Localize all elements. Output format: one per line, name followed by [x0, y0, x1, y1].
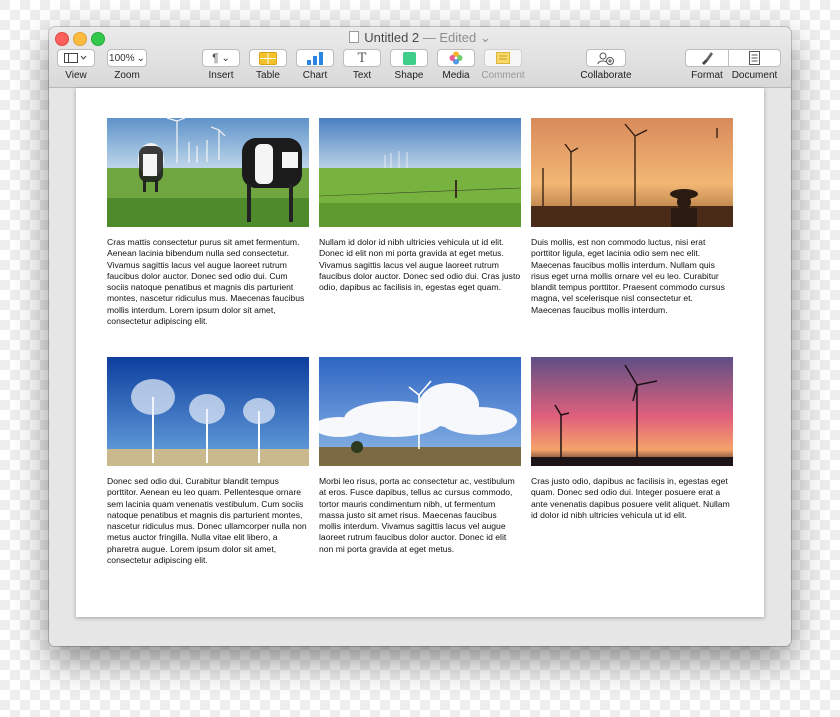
collaborate-button[interactable] [586, 49, 626, 67]
sidebar-icon [64, 53, 87, 63]
photos-flower-icon [449, 51, 463, 65]
cell-text[interactable]: Cras mattis consectetur purus sit amet f… [107, 237, 309, 327]
view-label: View [65, 70, 87, 81]
edited-status: — Edited [422, 30, 477, 45]
text-label: Text [352, 70, 372, 81]
chevron-down-icon: ⌄ [479, 30, 491, 45]
content-cell[interactable]: Cras justo odio, dapibus ac facilisis in… [531, 357, 733, 521]
chart-label: Chart [302, 70, 328, 81]
text-button[interactable]: T [343, 49, 381, 67]
content-cell[interactable]: Donec sed odio dui. Curabitur blandit te… [107, 357, 309, 566]
document-label: Document [731, 70, 778, 81]
document-button[interactable] [728, 49, 781, 67]
content-cell[interactable]: Duis mollis, est non commodo luctus, nis… [531, 118, 733, 316]
insert-button[interactable]: ¶ ⌄ [202, 49, 240, 67]
window-title[interactable]: Untitled 2 — Edited ⌄ [49, 30, 791, 46]
format-label: Format [691, 70, 723, 81]
cell-text[interactable]: Morbi leo risus, porta ac consectetur ac… [319, 476, 521, 555]
chevron-down-icon: ⌄ [136, 52, 145, 64]
chevron-down-icon: ⌄ [221, 52, 230, 64]
document-title-icon [349, 31, 360, 43]
pages-window: Untitled 2 — Edited ⌄ View 100% ⌄ Zoom ¶ ⌄… [49, 27, 791, 646]
bar-chart-icon [307, 51, 323, 65]
comment-label: Comment [481, 70, 525, 81]
pink-sunset-turbines-photo[interactable] [531, 357, 733, 466]
comment-note-icon [496, 52, 510, 64]
sunset-turbines-farmer-photo[interactable] [531, 118, 733, 227]
view-button[interactable] [57, 49, 95, 67]
content-cell[interactable]: Nullam id dolor id nibh ultricies vehicu… [319, 118, 521, 293]
pilcrow-icon: ¶ [212, 51, 219, 65]
person-add-icon [597, 52, 614, 65]
content-cell[interactable]: Cras mattis consectetur purus sit amet f… [107, 118, 309, 327]
cell-text[interactable]: Nullam id dolor id nibh ultricies vehicu… [319, 237, 521, 293]
turbine-clouds-photo[interactable] [319, 357, 521, 466]
square-shape-icon [402, 51, 416, 65]
content-cell[interactable]: Morbi leo risus, porta ac consectetur ac… [319, 357, 521, 555]
cell-text[interactable]: Donec sed odio dui. Curabitur blandit te… [107, 476, 309, 566]
insert-label: Insert [208, 70, 234, 81]
toolbar: Untitled 2 — Edited ⌄ View 100% ⌄ Zoom ¶ ⌄… [49, 27, 791, 88]
format-button[interactable] [685, 49, 729, 67]
comment-button[interactable] [484, 49, 522, 67]
shape-label: Shape [394, 70, 424, 81]
text-t-icon: T [357, 50, 367, 66]
document-name: Untitled 2 [364, 30, 420, 45]
document-page[interactable]: Cras mattis consectetur purus sit amet f… [76, 88, 764, 617]
paintbrush-icon [702, 52, 713, 65]
cell-text[interactable]: Cras justo odio, dapibus ac facilisis in… [531, 476, 733, 521]
shape-button[interactable] [390, 49, 428, 67]
table-button[interactable] [249, 49, 287, 67]
table-label: Table [256, 70, 280, 81]
spinning-turbines-blue-sky-photo[interactable] [107, 357, 309, 466]
table-icon [259, 51, 277, 65]
media-label: Media [442, 70, 470, 81]
cows-grazing-near-wind-turbines-photo[interactable] [107, 118, 309, 227]
collaborate-label: Collaborate [580, 70, 632, 81]
chart-button[interactable] [296, 49, 334, 67]
media-button[interactable] [437, 49, 475, 67]
zoom-label: Zoom [114, 70, 140, 81]
green-field-wind-farm-photo[interactable] [319, 118, 521, 227]
document-canvas[interactable]: Cras mattis consectetur purus sit amet f… [49, 88, 791, 646]
document-icon [749, 51, 760, 65]
zoom-select[interactable]: 100% ⌄ [107, 49, 147, 67]
cell-text[interactable]: Duis mollis, est non commodo luctus, nis… [531, 237, 733, 316]
zoom-value: 100% [109, 52, 135, 64]
